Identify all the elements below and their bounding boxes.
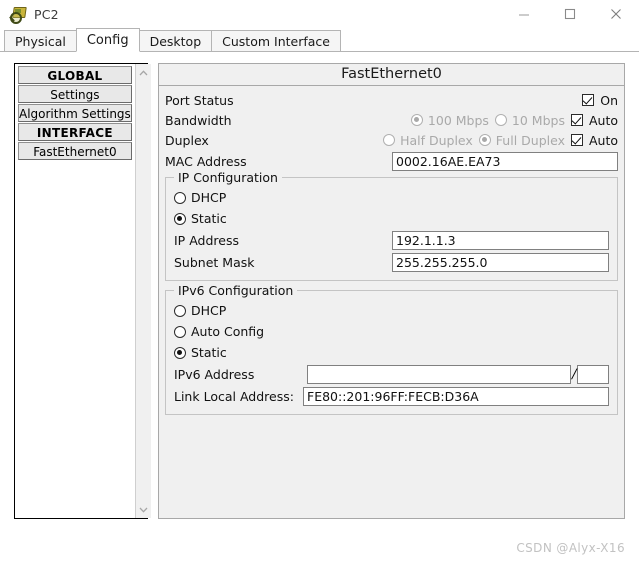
bandwidth-10mbps-radio[interactable] [494,114,507,126]
title-bar: PC2 [0,0,639,28]
sidebar-header-interface: INTERFACE [18,123,132,141]
ipv6-configuration-group: IPv6 Configuration DHCP Auto Config Stat… [165,283,618,415]
sidebar-item-algorithm-settings[interactable]: Algorithm Settings [18,104,132,122]
subnet-mask-row: Subnet Mask 255.255.255.0 [174,251,609,273]
ip-static-radio[interactable] [174,212,186,225]
bandwidth-100mbps-label: 100 Mbps [427,112,489,128]
close-icon[interactable] [593,0,639,28]
panel-body: Port Status On Bandwidth 100 Mbps 10 Mbp… [159,86,624,415]
port-status-label: Port Status [165,92,234,108]
ipv6-mode-auto-config-row: Auto Config [174,321,609,342]
bandwidth-label: Bandwidth [165,112,232,128]
ipv6-address-input[interactable] [306,364,571,384]
port-status-row: Port Status On [165,90,618,110]
tab-desktop[interactable]: Desktop [138,30,213,52]
link-local-address-input[interactable]: FE80::201:96FF:FECB:D36A [303,386,609,406]
ip-mode-option-static[interactable]: Static [174,211,227,226]
port-status-checkbox[interactable] [582,94,595,106]
duplex-full-radio[interactable] [478,134,491,146]
port-status-on-label: On [600,92,618,108]
ipv6-auto-config-label: Auto Config [191,324,265,339]
duplex-half-radio[interactable] [383,134,396,146]
chevron-down-icon[interactable] [136,502,151,517]
duplex-row: Duplex Half Duplex Full Duplex Auto [165,130,618,150]
maximize-icon[interactable] [547,0,593,28]
duplex-option-full[interactable]: Full Duplex [478,132,565,148]
ip-mode-option-dhcp[interactable]: DHCP [174,190,226,205]
tab-bar: Physical Config Desktop Custom Interface [0,28,639,52]
chevron-up-icon[interactable] [136,65,151,80]
ip-static-label: Static [191,211,227,226]
subnet-mask-label: Subnet Mask [174,254,255,270]
ipv6-configuration-title: IPv6 Configuration [174,283,298,298]
ip-dhcp-radio[interactable] [174,191,186,204]
subnet-mask-input[interactable]: 255.255.255.0 [392,252,609,272]
sidebar-header-global: GLOBAL [18,66,132,84]
ipv6-mode-dhcp-row: DHCP [174,300,609,321]
ipv6-dhcp-label: DHCP [191,303,227,318]
duplex-full-label: Full Duplex [495,132,565,148]
duplex-label: Duplex [165,132,209,148]
bandwidth-auto-label: Auto [588,112,618,128]
pc-device-icon [9,5,27,24]
sidebar: GLOBAL Settings Algorithm Settings INTER… [14,63,151,519]
mac-address-input[interactable]: 0002.16AE.EA73 [392,151,618,171]
link-local-address-label: Link Local Address: [174,388,294,404]
ip-address-input[interactable]: 192.1.1.3 [392,230,609,250]
bandwidth-10mbps-label: 10 Mbps [511,112,565,128]
ipv6-mode-option-auto-config[interactable]: Auto Config [174,324,264,339]
window-controls [501,0,639,28]
ipv6-static-label: Static [191,345,227,360]
bandwidth-option-10mbps[interactable]: 10 Mbps [494,112,565,128]
duplex-auto-label: Auto [588,132,618,148]
ipv6-static-radio[interactable] [174,346,186,359]
tab-physical[interactable]: Physical [4,30,77,52]
mac-address-label: MAC Address [165,153,247,169]
ip-address-row: IP Address 192.1.1.3 [174,229,609,251]
ip-configuration-title: IP Configuration [174,170,282,185]
duplex-option-half[interactable]: Half Duplex [383,133,473,148]
ip-dhcp-label: DHCP [191,190,227,205]
ipv6-mode-static-row: Static [174,342,609,363]
interface-config-panel: FastEthernet0 Port Status On Bandwidth 1… [158,63,625,519]
ipv6-auto-config-radio[interactable] [174,325,186,338]
sidebar-scrollbar[interactable] [134,64,151,518]
watermark: CSDN @Alyx-X16 [516,541,625,555]
page-title: FastEthernet0 [159,64,624,86]
bandwidth-row: Bandwidth 100 Mbps 10 Mbps Auto [165,110,618,130]
bandwidth-option-100mbps[interactable]: 100 Mbps [410,112,489,128]
mac-address-row: MAC Address 0002.16AE.EA73 [165,150,618,172]
ipv6-prefix-length-input[interactable] [577,364,609,384]
minimize-icon[interactable] [501,0,547,28]
content-area: GLOBAL Settings Algorithm Settings INTER… [0,52,639,530]
ip-address-label: IP Address [174,232,239,248]
tab-custom-interface[interactable]: Custom Interface [211,30,341,52]
ipv6-address-label: IPv6 Address [174,366,255,382]
bandwidth-100mbps-radio[interactable] [410,114,423,126]
ipv6-mode-option-static[interactable]: Static [174,345,227,360]
sidebar-item-fastethernet0[interactable]: FastEthernet0 [18,142,132,160]
duplex-auto-checkbox[interactable] [570,134,583,146]
sidebar-list: GLOBAL Settings Algorithm Settings INTER… [15,64,135,518]
ip-mode-static-row: Static [174,208,609,229]
duplex-half-label: Half Duplex [400,132,473,148]
link-local-address-row: Link Local Address: FE80::201:96FF:FECB:… [174,385,609,407]
window-title: PC2 [34,6,59,22]
ip-configuration-group: IP Configuration DHCP Static IP Address … [165,170,618,281]
ipv6-dhcp-radio[interactable] [174,304,186,317]
sidebar-item-settings[interactable]: Settings [18,85,132,103]
ipv6-mode-option-dhcp[interactable]: DHCP [174,303,226,318]
bandwidth-auto-checkbox[interactable] [570,114,583,126]
ip-mode-dhcp-row: DHCP [174,187,609,208]
ipv6-address-row: IPv6 Address / [174,363,609,385]
tab-config[interactable]: Config [75,28,140,52]
